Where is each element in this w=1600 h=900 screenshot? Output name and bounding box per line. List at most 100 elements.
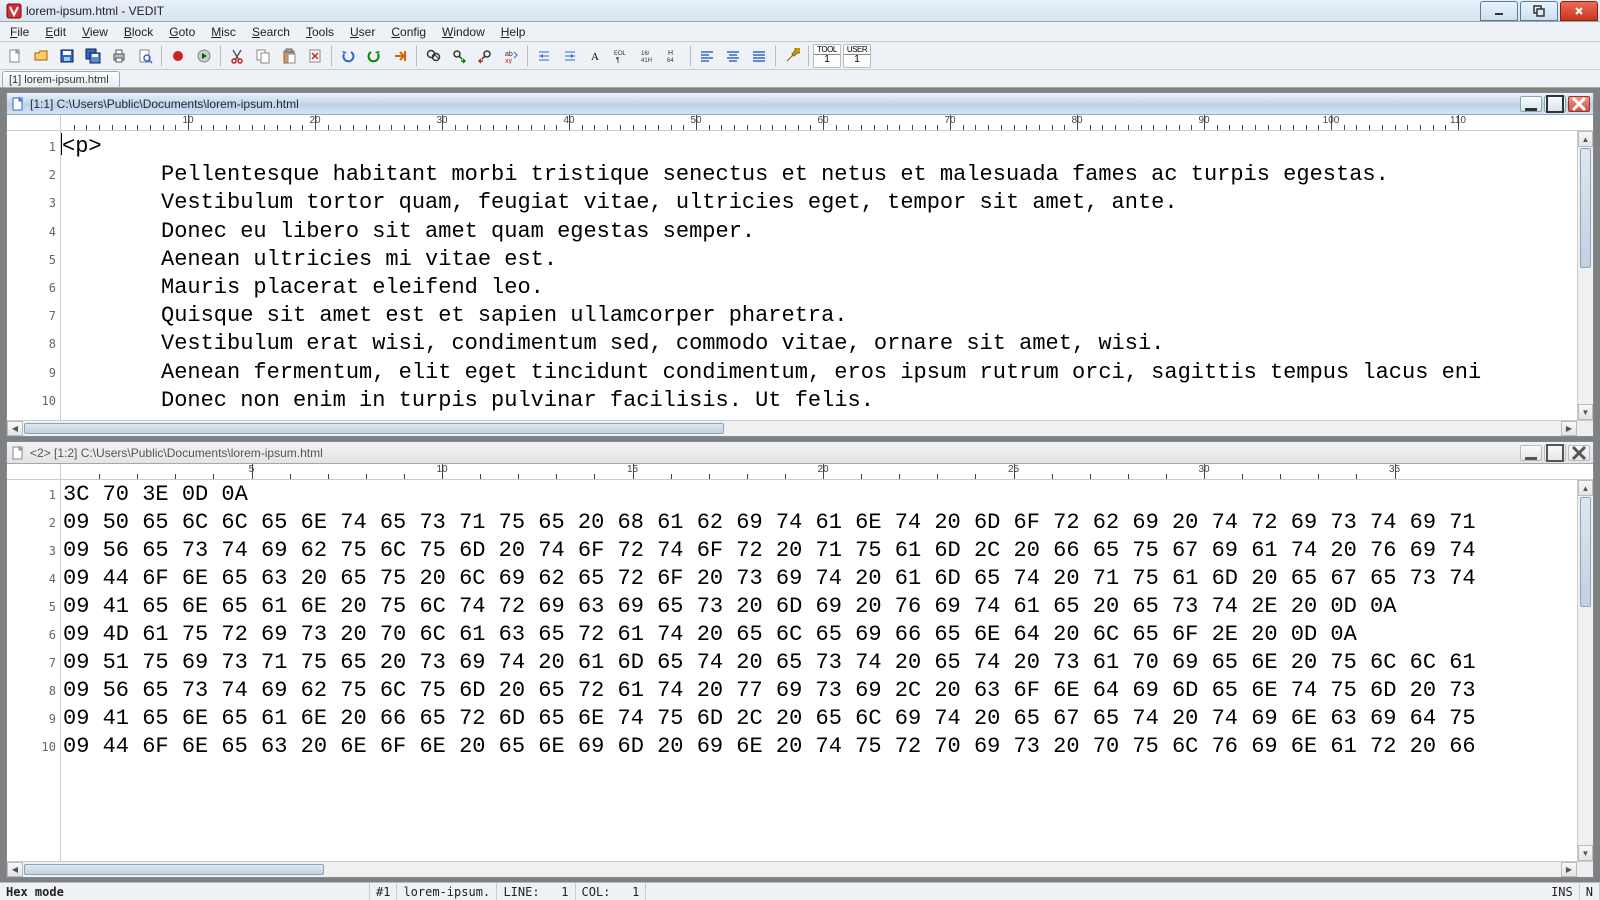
svg-text:¶: ¶ [616,57,620,64]
scroll-thumb[interactable] [1580,148,1591,268]
svg-text:xy: xy [505,58,513,64]
child-title-hex: <2> [1:2] C:\Users\Public\Documents\lore… [30,446,1520,460]
svg-text:ab: ab [505,51,513,58]
scroll-left-icon[interactable]: ◀ [7,862,23,877]
menu-edit[interactable]: Edit [37,23,74,41]
ruler-text: 102030405060708090100110 [7,115,1593,131]
scroll-left-icon[interactable]: ◀ [7,421,23,436]
status-n: N [1580,883,1600,900]
vscroll[interactable]: ▲ ▼ [1577,480,1593,861]
scroll-right-icon[interactable]: ▶ [1561,862,1577,877]
mdi-area: [1:1] C:\Users\Public\Documents\lorem-ip… [0,88,1600,882]
tb-print-preview-icon[interactable] [133,44,157,68]
status-buf: #1 [370,883,397,900]
editor-body-text[interactable]: 12345678910 <p>Pellentesque habitant mor… [7,131,1593,420]
menu-help[interactable]: Help [493,23,534,41]
child-min-icon[interactable] [1520,96,1542,112]
tb-user1-button[interactable]: USER1 [843,44,871,68]
child-window-text: [1:1] C:\Users\Public\Documents\lorem-ip… [6,92,1594,437]
child-close-icon[interactable] [1568,445,1590,461]
vscroll[interactable]: ▲ ▼ [1577,131,1593,420]
tb-open-icon[interactable] [29,44,53,68]
menu-goto[interactable]: Goto [161,23,203,41]
hscroll[interactable]: ◀ ▶ [7,420,1593,436]
tb-indent-right-icon[interactable] [558,44,582,68]
hscroll-thumb[interactable] [24,864,324,875]
svg-text:A: A [591,51,599,63]
child-window-hex: <2> [1:2] C:\Users\Public\Documents\lore… [6,441,1594,878]
tb-undo-icon[interactable] [336,44,360,68]
app-icon [6,3,22,19]
window-close-button[interactable] [1560,1,1598,21]
window-minimize-button[interactable] [1480,1,1518,21]
child-max-icon[interactable] [1544,96,1566,112]
tb-find-icon[interactable] [421,44,445,68]
status-mode: Hex mode [0,883,370,900]
child-titlebar-text[interactable]: [1:1] C:\Users\Public\Documents\lorem-ip… [7,93,1593,115]
scroll-right-icon[interactable]: ▶ [1561,421,1577,436]
menu-block[interactable]: Block [116,23,161,41]
menu-file[interactable]: File [2,23,37,41]
status-line: LINE: 1 [497,883,575,900]
window-maximize-button[interactable] [1520,1,1558,21]
tb-align-center-icon[interactable] [721,44,745,68]
menu-view[interactable]: View [74,23,116,41]
text-content[interactable]: <p>Pellentesque habitant morbi tristique… [61,131,1577,420]
menu-tools[interactable]: Tools [298,23,342,41]
tb-new-icon[interactable] [3,44,27,68]
scroll-up-icon[interactable]: ▲ [1578,480,1593,496]
menu-misc[interactable]: Misc [203,23,244,41]
menu-search[interactable]: Search [244,23,298,41]
child-title-text: [1:1] C:\Users\Public\Documents\lorem-ip… [30,97,1520,111]
svg-text:H: H [668,50,673,57]
tb-tools-icon[interactable] [780,44,804,68]
toolbar: abxy A EOL¶ 16/41H H64 TOOL1 USER1 [0,42,1600,70]
menu-window[interactable]: Window [434,23,493,41]
tb-find-next-icon[interactable] [447,44,471,68]
tb-play-icon[interactable] [192,44,216,68]
tb-delete-icon[interactable] [303,44,327,68]
tb-goto-icon[interactable] [388,44,412,68]
buffer-tab-1[interactable]: [1] lorem-ipsum.html [2,71,120,87]
tb-align-justify-icon[interactable] [747,44,771,68]
tb-indent-left-icon[interactable] [532,44,556,68]
child-close-icon[interactable] [1568,96,1590,112]
tb-hex16-icon[interactable]: 16/41H [636,44,660,68]
svg-text:41H: 41H [641,58,652,64]
scroll-down-icon[interactable]: ▼ [1578,404,1593,420]
tb-replace-icon[interactable]: abxy [499,44,523,68]
tb-eol-icon[interactable]: EOL¶ [610,44,634,68]
tb-align-left-icon[interactable] [695,44,719,68]
child-titlebar-hex[interactable]: <2> [1:2] C:\Users\Public\Documents\lore… [7,442,1593,464]
hscroll[interactable]: ◀ ▶ [7,861,1593,877]
tb-tool1-button[interactable]: TOOL1 [813,44,841,68]
child-max-icon[interactable] [1544,445,1566,461]
line-number-gutter: 12345678910 [7,480,61,861]
child-min-icon[interactable] [1520,445,1542,461]
status-file: lorem-ipsum. [397,883,497,900]
tb-find-prev-icon[interactable] [473,44,497,68]
doc-icon [10,445,26,461]
tb-save-all-icon[interactable] [81,44,105,68]
status-ins: INS [1545,883,1580,900]
menu-user[interactable]: User [342,23,383,41]
tb-record-icon[interactable] [166,44,190,68]
tb-redo-icon[interactable] [362,44,386,68]
hex-content[interactable]: 3C 70 3E 0D 0A09 50 65 6C 6C 65 6E 74 65… [61,480,1577,861]
scroll-up-icon[interactable]: ▲ [1578,131,1593,147]
line-number-gutter: 12345678910 [7,131,61,420]
scroll-thumb[interactable] [1580,497,1591,607]
menu-config[interactable]: Config [383,23,434,41]
tb-copy-icon[interactable] [251,44,275,68]
tb-cut-icon[interactable] [225,44,249,68]
menu-bar: File Edit View Block Goto Misc Search To… [0,22,1600,42]
status-col: COL: 1 [576,883,647,900]
scroll-down-icon[interactable]: ▼ [1578,845,1593,861]
tb-print-icon[interactable] [107,44,131,68]
editor-body-hex[interactable]: 12345678910 3C 70 3E 0D 0A09 50 65 6C 6C… [7,480,1593,861]
tb-text-icon[interactable]: A [584,44,608,68]
tb-save-icon[interactable] [55,44,79,68]
tb-paste-icon[interactable] [277,44,301,68]
tb-hex64-icon[interactable]: H64 [662,44,686,68]
hscroll-thumb[interactable] [24,423,724,434]
